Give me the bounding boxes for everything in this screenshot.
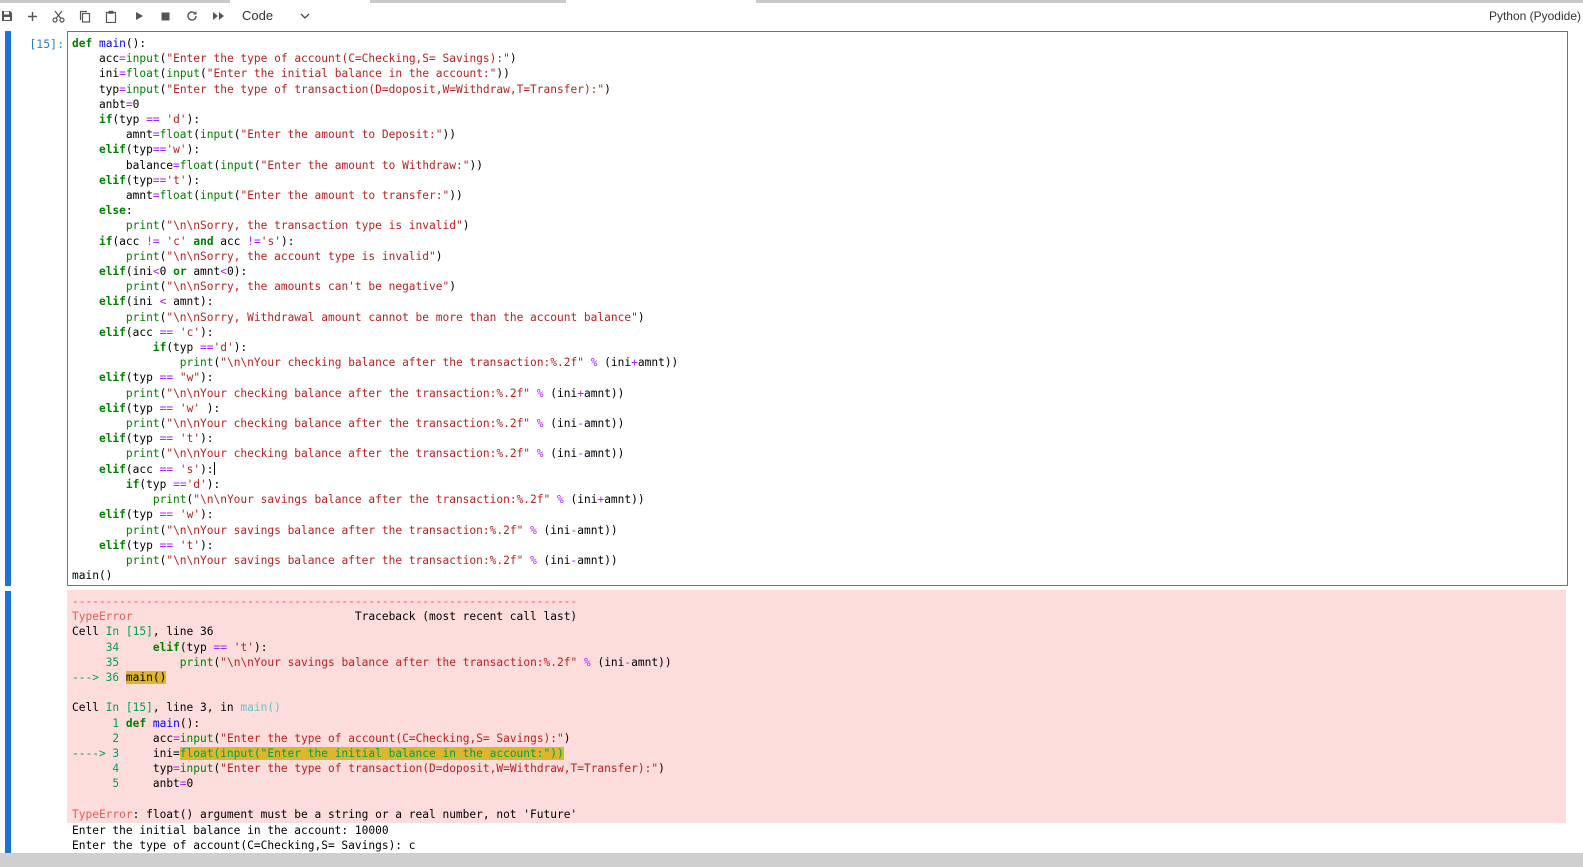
code-editor[interactable]: def main(): acc=input("Enter the type of… xyxy=(67,31,1568,586)
execution-count: [15]: xyxy=(29,37,64,51)
input-collapser[interactable] xyxy=(5,31,11,586)
run-all-icon[interactable] xyxy=(207,5,229,27)
stop-icon[interactable] xyxy=(154,5,176,27)
run-icon[interactable] xyxy=(128,5,150,27)
text-cursor xyxy=(213,461,215,475)
cut-icon[interactable] xyxy=(47,5,69,27)
notebook-toolbar: Code Python (Pyodide) xyxy=(0,3,1583,29)
code-text[interactable]: def main(): acc=input("Enter the type of… xyxy=(72,36,678,583)
cell-type-dropdown[interactable]: Code xyxy=(242,5,312,27)
save-icon[interactable] xyxy=(0,5,18,27)
copy-icon[interactable] xyxy=(74,5,96,27)
error-output: ----------------------------------------… xyxy=(67,590,1566,823)
output-collapser[interactable] xyxy=(5,591,11,853)
chevron-down-icon xyxy=(300,5,310,27)
paste-icon[interactable] xyxy=(100,5,122,27)
cell-type-label: Code xyxy=(242,8,274,23)
stdout-text: Enter the initial balance in the account… xyxy=(72,824,416,853)
traceback-text: ----------------------------------------… xyxy=(72,595,672,821)
horizontal-scrollbar[interactable] xyxy=(0,853,1583,867)
add-cell-icon[interactable] xyxy=(21,5,43,27)
restart-icon[interactable] xyxy=(181,5,203,27)
kernel-name[interactable]: Python (Pyodide) xyxy=(1489,7,1581,25)
